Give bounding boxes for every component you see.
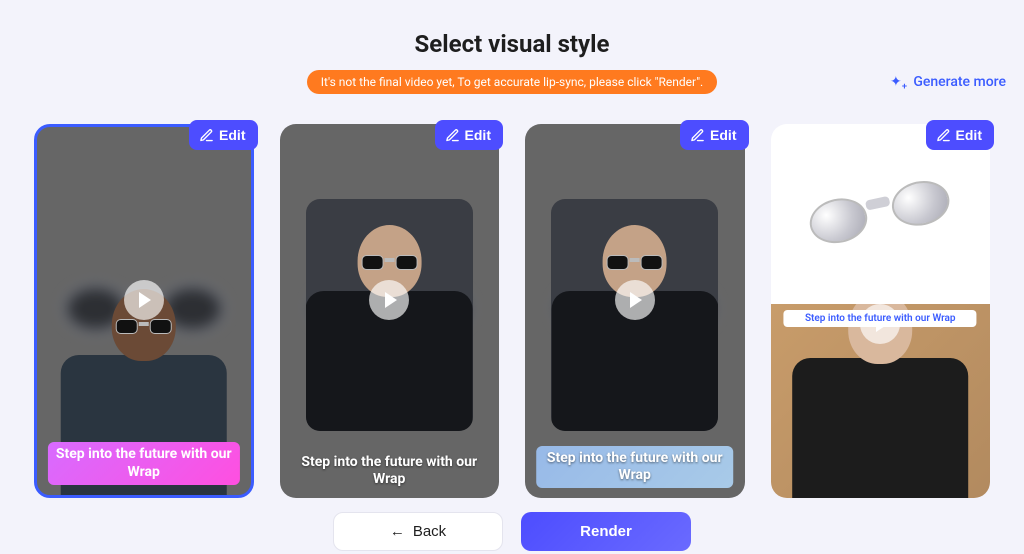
style-card-caption: Step into the future with our Wrap <box>536 446 734 488</box>
play-button[interactable] <box>615 280 655 320</box>
style-card-inner: Step into the future with our Wrap <box>771 124 991 498</box>
edit-icon <box>936 128 951 143</box>
edit-label: Edit <box>465 127 491 143</box>
style-card-inner: Step into the future with our Wrap <box>525 124 745 498</box>
style-card-caption: Step into the future with our Wrap <box>48 442 240 485</box>
style-card-caption: Step into the future with our Wrap <box>290 454 488 488</box>
product-image-area <box>771 124 991 304</box>
back-label: Back <box>413 523 446 540</box>
page-title: Select visual style <box>0 30 1024 58</box>
sunglasses-icon <box>801 169 960 259</box>
edit-button[interactable]: Edit <box>189 120 257 150</box>
edit-label: Edit <box>219 127 245 143</box>
arrow-left-icon: ← <box>390 523 405 540</box>
edit-button[interactable]: Edit <box>680 120 748 150</box>
info-badge: It's not the final video yet, To get acc… <box>307 70 717 94</box>
render-label: Render <box>580 523 632 540</box>
style-card-inner: Step into the future with our Wrap <box>280 124 500 498</box>
play-button[interactable] <box>124 280 164 320</box>
style-card-caption: Step into the future with our Wrap <box>784 310 977 327</box>
play-button[interactable] <box>369 280 409 320</box>
style-card[interactable]: Step into the future with our Wrap Edit <box>280 124 500 498</box>
style-card-person: Step into the future with our Wrap <box>771 304 991 498</box>
style-card[interactable]: Step into the future with our Wrap Edit <box>771 124 991 498</box>
style-card[interactable]: Step into the future with our Wrap Edit <box>525 124 745 498</box>
generate-more-label: Generate more <box>913 74 1006 90</box>
edit-icon <box>445 128 460 143</box>
edit-label: Edit <box>956 127 982 143</box>
sparkle-icon: ✦₊ <box>890 75 907 89</box>
style-card[interactable]: Step into the future with our Wrap Edit <box>34 124 254 498</box>
generate-more-button[interactable]: ✦₊ Generate more <box>890 74 1006 90</box>
edit-button[interactable]: Edit <box>926 120 994 150</box>
edit-icon <box>690 128 705 143</box>
style-card-inner: Step into the future with our Wrap <box>34 124 254 498</box>
render-button[interactable]: Render <box>521 512 691 551</box>
back-button[interactable]: ← Back <box>333 512 503 551</box>
edit-icon <box>199 128 214 143</box>
edit-button[interactable]: Edit <box>435 120 503 150</box>
edit-label: Edit <box>710 127 736 143</box>
